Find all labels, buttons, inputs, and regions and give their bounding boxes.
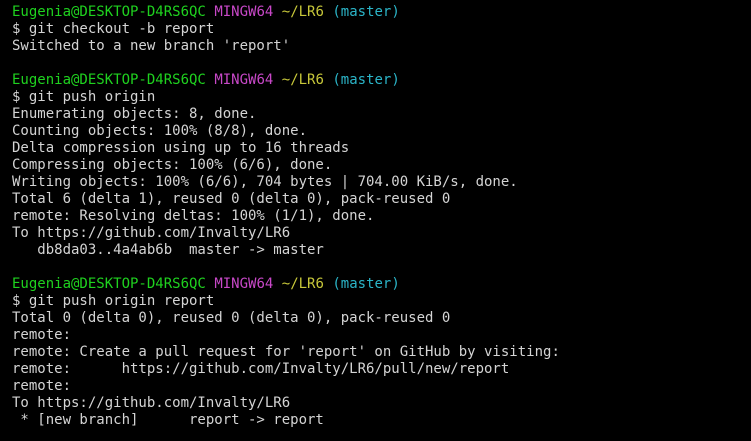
output-line: Writing objects: 100% (6/6), 704 bytes |… xyxy=(12,174,518,190)
prompt-branch: (master) xyxy=(332,72,400,88)
output-line: Total 0 (delta 0), reused 0 (delta 0), p… xyxy=(12,310,451,326)
prompt-line: Eugenia@DESKTOP-D4RS6QC MINGW64 ~/LR6 (m… xyxy=(12,276,751,293)
output-line: db8da03..4a4ab6b master -> master xyxy=(12,242,324,258)
output-line: remote: Create a pull request for 'repor… xyxy=(12,344,560,360)
prompt-system: MINGW64 xyxy=(214,276,274,292)
command-line: $ git push origin xyxy=(12,89,156,105)
output-line: Counting objects: 100% (8/8), done. xyxy=(12,123,308,139)
prompt-user: Eugenia@DESKTOP-D4RS6QC xyxy=(12,72,206,88)
output-line: * [new branch] report -> report xyxy=(12,412,324,428)
output-line: To https://github.com/Invalty/LR6 xyxy=(12,395,291,411)
output-line: remote: xyxy=(12,378,72,394)
command-line: $ git push origin report xyxy=(12,293,215,309)
prompt-user: Eugenia@DESKTOP-D4RS6QC xyxy=(12,4,206,20)
prompt-system: MINGW64 xyxy=(214,4,274,20)
prompt-line: Eugenia@DESKTOP-D4RS6QC MINGW64 ~/LR6 (m… xyxy=(12,72,751,89)
prompt-branch: (master) xyxy=(332,4,400,20)
terminal-window[interactable]: Eugenia@DESKTOP-D4RS6QC MINGW64 ~/LR6 (m… xyxy=(0,0,751,441)
output-line: Delta compression using up to 16 threads xyxy=(12,140,350,156)
prompt-branch: (master) xyxy=(332,276,400,292)
output-line: remote: https://github.com/Invalty/LR6/p… xyxy=(12,361,510,377)
prompt-path: ~/LR6 xyxy=(281,276,324,292)
output-line: To https://github.com/Invalty/LR6 xyxy=(12,225,291,241)
output-line: Total 6 (delta 1), reused 0 (delta 0), p… xyxy=(12,191,451,207)
command-line: $ git checkout -b report xyxy=(12,21,215,37)
prompt-user: Eugenia@DESKTOP-D4RS6QC xyxy=(12,276,206,292)
output-line: Enumerating objects: 8, done. xyxy=(12,106,257,122)
output-line: remote: xyxy=(12,327,72,343)
prompt-system: MINGW64 xyxy=(214,72,274,88)
output-line: Switched to a new branch 'report' xyxy=(12,38,291,54)
output-line: remote: Resolving deltas: 100% (1/1), do… xyxy=(12,208,375,224)
prompt-path: ~/LR6 xyxy=(281,4,324,20)
prompt-line: Eugenia@DESKTOP-D4RS6QC MINGW64 ~/LR6 (m… xyxy=(12,4,751,21)
output-line: Compressing objects: 100% (6/6), done. xyxy=(12,157,333,173)
prompt-path: ~/LR6 xyxy=(281,72,324,88)
